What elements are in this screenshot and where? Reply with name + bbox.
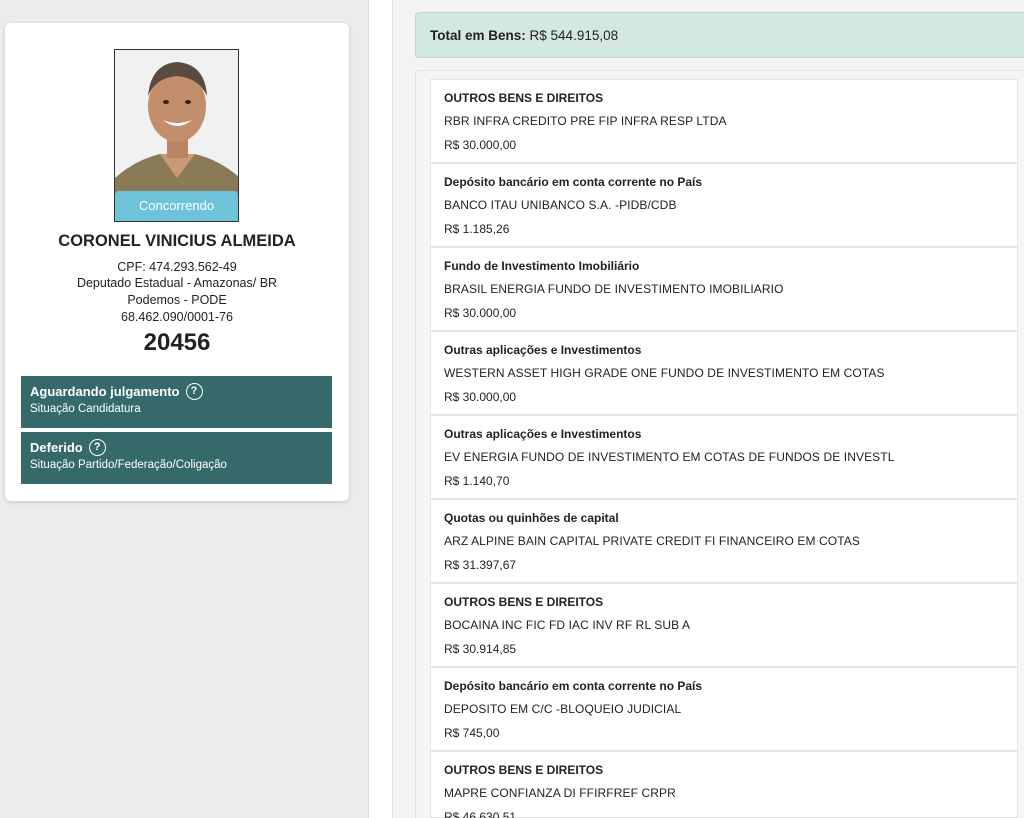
asset-description: BANCO ITAU UNIBANCO S.A. -PIDB/CDB: [444, 198, 677, 212]
status-title: Aguardando julgamento: [30, 384, 180, 399]
asset-description: BRASIL ENERGIA FUNDO DE INVESTIMENTO IMO…: [444, 282, 784, 296]
total-assets-label: Total em Bens:: [430, 28, 526, 43]
asset-value: R$ 745,00: [444, 726, 500, 740]
total-assets-value: R$ 544.915,08: [529, 28, 619, 43]
total-assets-bar: Total em Bens: R$ 544.915,08: [415, 12, 1024, 58]
asset-value: R$ 31.397,67: [444, 558, 517, 572]
asset-type: Quotas ou quinhões de capital: [444, 511, 619, 525]
asset-value: R$ 46.630,51: [444, 810, 517, 818]
asset-description: ARZ ALPINE BAIN CAPITAL PRIVATE CREDIT F…: [444, 534, 860, 548]
asset-item: Outras aplicações e Investimentos EV ENE…: [430, 415, 1018, 499]
asset-item: OUTROS BENS E DIREITOS RBR INFRA CREDITO…: [430, 79, 1018, 163]
candidate-office: Deputado Estadual - Amazonas/ BR: [76, 276, 278, 290]
help-circle-icon[interactable]: ?: [88, 439, 106, 456]
asset-type: Depósito bancário em conta corrente no P…: [444, 679, 703, 693]
asset-value: R$ 30.000,00: [444, 138, 517, 152]
asset-item: Fundo de Investimento Imobiliário BRASIL…: [430, 247, 1018, 331]
asset-item: OUTROS BENS E DIREITOS MAPRE CONFIANZA D…: [430, 751, 1018, 818]
asset-description: DEPOSITO EM C/C -BLOQUEIO JUDICIAL: [444, 702, 682, 716]
candidate-party: Podemos - PODE: [127, 293, 227, 307]
asset-item: Depósito bancário em conta corrente no P…: [430, 667, 1018, 751]
status-title: Deferido: [30, 440, 83, 455]
candidate-photo: Concorrendo: [114, 49, 239, 222]
asset-value: R$ 1.140,70: [444, 474, 510, 488]
asset-item: OUTROS BENS E DIREITOS BOCAINA INC FIC F…: [430, 583, 1018, 667]
asset-description: EV ENERGIA FUNDO DE INVESTIMENTO EM COTA…: [444, 450, 895, 464]
asset-value: R$ 30.000,00: [444, 390, 517, 404]
candidate-cnpj: 68.462.090/0001-76: [121, 310, 233, 324]
asset-description: RBR INFRA CREDITO PRE FIP INFRA RESP LTD…: [444, 114, 727, 128]
status-subtitle: Situação Partido/Federação/Coligação: [30, 459, 227, 471]
candidate-number: 20456: [143, 329, 211, 356]
asset-type: OUTROS BENS E DIREITOS: [444, 595, 604, 609]
asset-description: WESTERN ASSET HIGH GRADE ONE FUNDO DE IN…: [444, 366, 885, 380]
asset-type: Outras aplicações e Investimentos: [444, 343, 642, 357]
candidate-card: Concorrendo CORONEL VINICIUS ALMEIDA CPF…: [5, 23, 349, 501]
asset-type: Outras aplicações e Investimentos: [444, 427, 642, 441]
candidacy-status-badge: Concorrendo: [115, 191, 238, 221]
status-box-party: Deferido ? Situação Partido/Federação/Co…: [21, 432, 332, 484]
asset-type: OUTROS BENS E DIREITOS: [444, 91, 604, 105]
asset-value: R$ 30.000,00: [444, 306, 517, 320]
asset-value: R$ 30.914,85: [444, 642, 517, 656]
asset-description: MAPRE CONFIANZA DI FFIRFREF CRPR: [444, 786, 676, 800]
asset-item: Outras aplicações e Investimentos WESTER…: [430, 331, 1018, 415]
asset-item: Depósito bancário em conta corrente no P…: [430, 163, 1018, 247]
help-circle-icon[interactable]: ?: [185, 383, 203, 400]
status-box-candidacy: Aguardando julgamento ? Situação Candida…: [21, 376, 332, 428]
status-subtitle: Situação Candidatura: [30, 403, 141, 415]
asset-type: OUTROS BENS E DIREITOS: [444, 763, 604, 777]
asset-type: Fundo de Investimento Imobiliário: [444, 259, 640, 273]
asset-description: BOCAINA INC FIC FD IAC INV RF RL SUB A: [444, 618, 691, 632]
candidate-cpf: CPF: 474.293.562-49: [117, 260, 237, 274]
asset-value: R$ 1.185,26: [444, 222, 510, 236]
candidate-name: CORONEL VINICIUS ALMEIDA: [58, 232, 296, 250]
asset-type: Depósito bancário em conta corrente no P…: [444, 175, 703, 189]
asset-item: Quotas ou quinhões de capital ARZ ALPINE…: [430, 499, 1018, 583]
